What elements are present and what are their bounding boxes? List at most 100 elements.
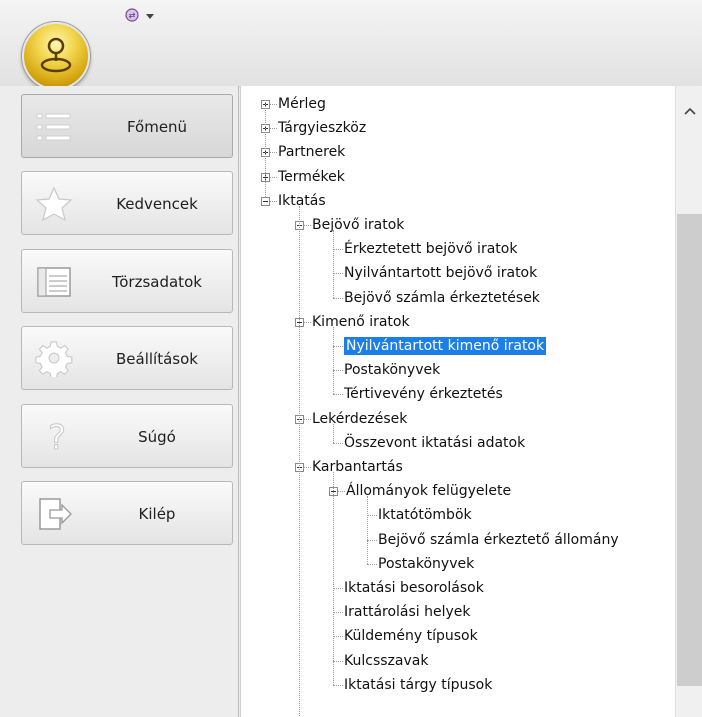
tree-node-label: Termékek [278,168,345,185]
tree-node-label: Összevont iktatási adatok [344,434,526,451]
navigation-sidebar: Főmenü Kedvencek Törzsadatok Beállítások? Sú… [0,86,239,717]
tree-node[interactable]: Karbantartás [241,456,675,478]
tree-node-label: Érkeztetett bejövő iratok [344,241,518,258]
tree-connector [333,230,334,298]
tree-connector [333,636,343,638]
tree-node-label: Bejövő számla érkeztető állomány [378,531,619,548]
tree-connector [333,346,343,347]
tree-node[interactable]: Iktatási tárgy típusok [241,674,675,696]
tree-node[interactable]: Lekérdezések [241,408,675,430]
tree-node[interactable]: Bejövő számla érkeztetések [241,287,675,309]
tree-connector [333,588,343,589]
tree-node-label: Állományok felügyelete [346,483,512,500]
sidebar-item-label: Beállítások [116,350,198,368]
tree-node[interactable]: Partnerek [241,141,675,163]
tree-node[interactable]: Tértivevény érkeztetés [241,383,675,405]
tree-node[interactable]: Termékek [241,166,675,188]
tree-node-label: Kimenő iratok [312,313,410,330]
tree-connector [333,472,334,685]
sidebar-item-sugo[interactable]: ? Súgó [21,404,233,468]
menu-list-icon [34,109,74,145]
tree-connector [333,297,343,299]
tree-connector [333,273,343,275]
ribbon-bar: ⇄ [0,0,702,90]
tree-connector [333,442,343,444]
tree-node-label: Küldemény típusok [344,628,478,645]
customize-icon: ⇄ [125,8,154,22]
tree-node-label: Karbantartás [312,459,403,475]
vertical-scrollbar[interactable] [675,86,702,717]
tree-connector [299,205,300,717]
application-menu-button[interactable] [22,22,90,90]
tree-node-label: Irattárolási helyek [344,604,471,621]
tree-connector [333,370,343,372]
tree-node[interactable]: Iktatási besorolások [241,577,675,599]
tree-node[interactable]: Állományok felügyelete [241,480,675,502]
star-icon [34,186,74,222]
tree-connector [333,423,334,443]
tree-node[interactable]: Érkeztetett bejövő iratok [241,238,675,260]
tree-node-label: Iktatási besorolások [344,580,484,596]
tree-node[interactable]: Kulcsszavak [241,650,675,672]
tree-node[interactable]: Kimenő iratok [241,311,675,333]
tree-node-label: Iktatási tárgy típusok [344,676,493,693]
tree-node-label: Lekérdezések [312,410,408,427]
tree-node-label: Partnerek [278,144,346,161]
tree-connector [333,326,334,395]
tree-connector [333,612,343,614]
tree-node-label: Iktatás [278,192,326,209]
gear-icon [34,341,74,379]
tree-node-label: Tárgyieszköz [278,120,367,137]
tree-node[interactable]: Postakönyvek [241,553,675,575]
sidebar-item-kedvencek[interactable]: Kedvencek [21,171,233,235]
tree-node[interactable]: Irattárolási helyek [241,601,675,623]
sidebar-item-kilep[interactable]: Kilép [21,481,233,545]
scroll-up-arrow-icon[interactable] [683,106,697,116]
tree-node[interactable]: Bejövő iratok [241,214,675,236]
tree-node[interactable]: Iktatás [241,190,675,212]
tree-connector [367,563,377,565]
tree-node[interactable]: Iktatótömbök [241,504,675,526]
sidebar-item-beallitasok[interactable]: Beállítások [21,326,233,390]
tree-node[interactable]: Nyilvántartott bejövő iratok [241,262,675,284]
tree-connector [367,515,377,517]
tree-node-label: Nyilvántartott bejövő iratok [344,265,538,282]
tree-node-label: Postakönyvek [344,362,441,379]
tree-connector [367,539,377,541]
tree-connector [333,684,343,686]
sidebar-item-label: Kedvencek [116,195,198,213]
tree-node-label: Nyilvántartott kimenő iratok [344,337,547,355]
sidebar-item-torzsadatok[interactable]: Törzsadatok [21,249,233,313]
sidebar-item-label: Törzsadatok [112,273,202,291]
sidebar-item-label: Főmenü [126,118,188,136]
tree-node-label: Mérleg [278,96,326,112]
tree-node[interactable]: Postakönyvek [241,359,675,381]
quick-access-toolbar[interactable]: ⇄ [124,6,164,28]
sidebar-item-label: Súgó [138,428,176,446]
tree-node-label: Kulcsszavak [344,652,429,669]
tree-connector [333,394,343,396]
tree-node[interactable]: Bejövő számla érkeztető állomány [241,529,675,551]
tree-connector [333,660,343,662]
app-logo-icon [40,37,72,73]
tree-node[interactable]: Nyilvántartott kimenő iratok [241,335,675,357]
tree-node-label: Bejövő számla érkeztetések [344,289,540,306]
tree-node-label: Tértivevény érkeztetés [344,386,503,403]
tree-node[interactable]: Tárgyieszköz [241,117,675,139]
tree-node[interactable]: Mérleg [241,93,675,115]
tree-node[interactable]: Összevont iktatási adatok [241,432,675,454]
scrollbar-thumb[interactable] [677,214,702,686]
question-icon: ? [34,418,74,459]
sidebar-item-fomenu[interactable]: Főmenü [21,94,233,158]
tree-connector [333,249,343,251]
tree-node-label: Iktatótömbök [378,507,472,524]
tree-node[interactable]: Küldemény típusok [241,625,675,647]
svg-text:⇄: ⇄ [129,11,136,20]
tree-connector [367,496,368,564]
svg-text:?: ? [48,419,66,455]
tree-node-label: Bejövő iratok [312,217,405,233]
collapse-icon[interactable] [261,196,270,206]
menu-tree: Mérleg Tárgyieszköz Partnerek Termékek Iktat… [240,86,675,717]
tree-node-label: Postakönyvek [378,555,475,572]
table-icon [34,264,74,300]
